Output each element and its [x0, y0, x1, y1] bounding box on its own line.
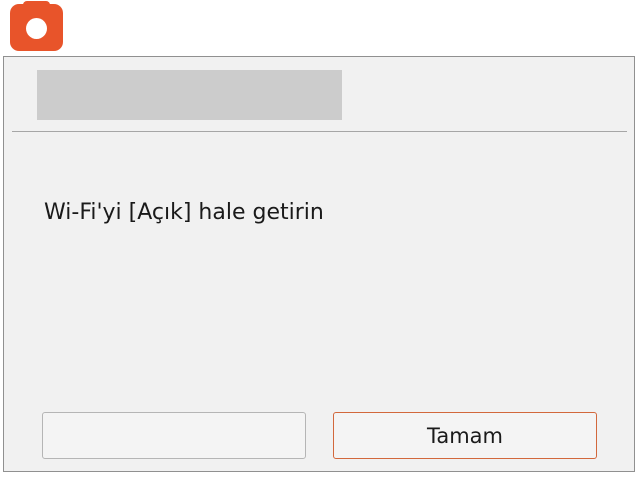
dialog-panel: Wi-Fi'yi [Açık] hale getirin Tamam: [3, 56, 635, 472]
camera-lens: [26, 18, 47, 39]
secondary-button[interactable]: [42, 412, 306, 459]
dialog-message: Wi-Fi'yi [Açık] hale getirin: [44, 200, 324, 225]
ok-button[interactable]: Tamam: [333, 412, 597, 459]
divider: [12, 131, 627, 132]
dialog-title: [37, 70, 342, 120]
camera-icon: [10, 1, 63, 51]
ok-button-label: Tamam: [426, 423, 503, 448]
